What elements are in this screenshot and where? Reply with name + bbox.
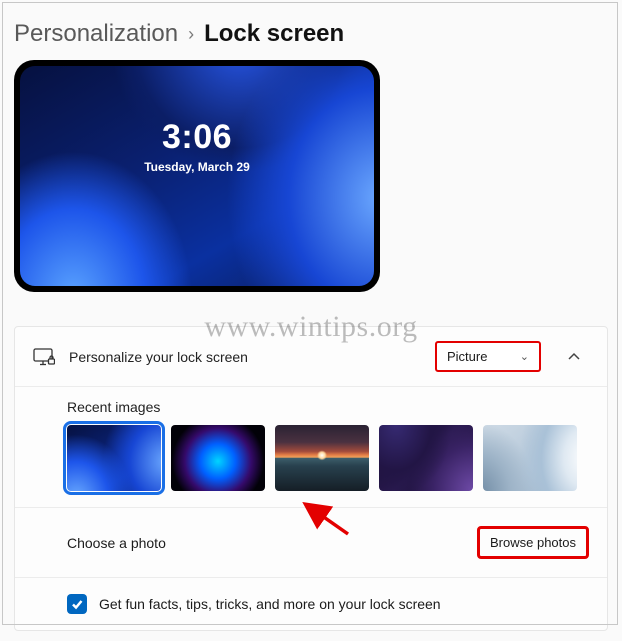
fun-facts-label: Get fun facts, tips, tricks, and more on… (99, 596, 441, 612)
recent-image-thumb[interactable] (171, 425, 265, 491)
browse-photos-button[interactable]: Browse photos (477, 526, 589, 559)
personalize-dropdown[interactable]: Picture ⌄ (435, 341, 541, 372)
recent-image-thumb[interactable] (275, 425, 369, 491)
lock-screen-preview[interactable]: 3:06 Tuesday, March 29 (14, 60, 380, 292)
monitor-lock-icon (33, 348, 55, 366)
recent-images-section: Recent images (15, 387, 607, 508)
recent-image-thumb[interactable] (67, 425, 161, 491)
chevron-right-icon: › (188, 24, 194, 45)
personalize-label: Personalize your lock screen (69, 349, 421, 365)
personalize-row: Personalize your lock screen Picture ⌄ (15, 327, 607, 387)
fun-facts-checkbox[interactable] (67, 594, 87, 614)
preview-date: Tuesday, March 29 (20, 160, 374, 174)
collapse-button[interactable] (559, 342, 589, 372)
fun-facts-row: Get fun facts, tips, tricks, and more on… (15, 578, 607, 630)
choose-photo-label: Choose a photo (67, 535, 477, 551)
recent-image-thumb[interactable] (483, 425, 577, 491)
recent-image-thumb[interactable] (379, 425, 473, 491)
recent-images-title: Recent images (67, 399, 589, 415)
settings-card: Personalize your lock screen Picture ⌄ R… (14, 326, 608, 631)
chevron-down-icon: ⌄ (520, 350, 529, 363)
choose-photo-row: Choose a photo Browse photos (15, 508, 607, 578)
recent-images-list (67, 425, 589, 491)
breadcrumb: Personalization › Lock screen (14, 20, 608, 48)
breadcrumb-parent[interactable]: Personalization (14, 20, 178, 48)
dropdown-value: Picture (447, 349, 487, 364)
preview-time: 3:06 (20, 118, 374, 157)
breadcrumb-current: Lock screen (204, 20, 344, 48)
